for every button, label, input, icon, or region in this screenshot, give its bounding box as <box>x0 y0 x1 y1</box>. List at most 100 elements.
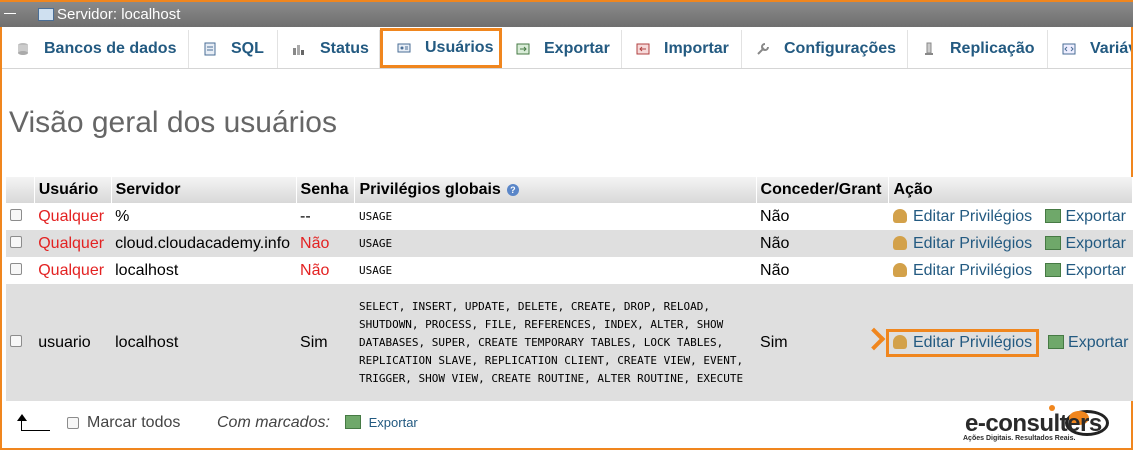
export-icon <box>1045 208 1062 223</box>
export-icon <box>1045 262 1062 277</box>
tab-label: Usuários <box>425 39 494 56</box>
privileges-cell: USAGE <box>354 257 757 284</box>
tab-label: Exportar <box>544 40 610 57</box>
export-icon <box>345 415 361 429</box>
tab-replication[interactable]: Replicação <box>908 30 1048 68</box>
row-checkbox[interactable] <box>10 262 22 275</box>
host-cell: % <box>111 203 297 230</box>
check-all-label[interactable]: Marcar todos <box>87 414 180 432</box>
export-link[interactable]: Exportar <box>1048 333 1129 351</box>
tab-label: Replicação <box>950 40 1035 57</box>
edit-privileges-link[interactable]: Editar Privilégios <box>892 234 1033 252</box>
user-cell: Qualquer <box>34 230 112 257</box>
tab-import[interactable]: Importar <box>622 30 742 68</box>
password-cell: Não <box>296 230 355 257</box>
header-privileges-label: Privilégios globais <box>359 181 501 198</box>
tab-variables[interactable]: Variáv <box>1048 30 1131 68</box>
action-cell: Editar Privilégios Exportar <box>888 230 1133 257</box>
server-icon <box>38 8 54 21</box>
password-cell: Não <box>296 257 355 284</box>
edit-user-icon <box>892 262 907 277</box>
edit-privileges-link-highlighted[interactable]: Editar Privilégios <box>885 328 1040 357</box>
header-user[interactable]: Usuário <box>34 177 112 203</box>
header-grant[interactable]: Conceder/Grant <box>756 177 890 203</box>
users-table: Usuário Servidor Senha Privilégios globa… <box>6 177 1133 401</box>
status-icon <box>293 45 304 55</box>
header-host[interactable]: Servidor <box>111 177 297 203</box>
edit-privileges-link[interactable]: Editar Privilégios <box>892 207 1033 225</box>
action-cell: Editar Privilégios Exportar <box>888 257 1133 284</box>
sql-icon <box>204 42 216 56</box>
logo-tagline: Ações Digitais. Resultados Reais. <box>963 435 1076 442</box>
grant-cell: Não <box>756 230 889 257</box>
edit-privileges-label: Editar Privilégios <box>912 207 1033 225</box>
back-arrow-icon[interactable] <box>4 6 18 20</box>
tab-export[interactable]: Exportar <box>502 30 622 68</box>
replication-icon <box>925 42 933 55</box>
tab-label: Configurações <box>784 40 897 57</box>
tab-settings[interactable]: Configurações <box>742 30 908 68</box>
password-cell: Sim <box>296 284 355 401</box>
tab-label: Status <box>320 40 369 57</box>
row-checkbox-cell <box>6 230 35 257</box>
export-label: Exportar <box>1065 207 1126 225</box>
tab-users[interactable]: Usuários <box>380 28 502 68</box>
export-icon <box>1048 334 1065 349</box>
row-checkbox[interactable] <box>10 235 22 248</box>
table-row: Qualquer cloud.cloudacademy.info Não USA… <box>6 230 1133 257</box>
user-cell: Qualquer <box>34 257 112 284</box>
host-cell: localhost <box>111 284 297 401</box>
export-link[interactable]: Exportar <box>1045 234 1126 252</box>
page-title: Visão geral dos usuários <box>9 106 337 139</box>
table-row: usuario localhost Sim SELECT, INSERT, UP… <box>6 284 1133 401</box>
database-icon <box>18 43 28 55</box>
header-checkbox <box>6 177 35 203</box>
edit-privileges-label: Editar Privilégios <box>912 234 1033 252</box>
header-action: Ação <box>888 177 1133 203</box>
export-icon <box>516 43 530 55</box>
main-tabs: Bancos de dados SQL Status Usuários Expo… <box>2 28 1131 69</box>
logo-text: e-consulters <box>965 410 1102 437</box>
row-checkbox[interactable] <box>10 334 22 347</box>
row-checkbox[interactable] <box>10 208 22 221</box>
edit-privileges-link[interactable]: Editar Privilégios <box>892 262 1032 279</box>
export-link[interactable]: Exportar <box>1045 207 1126 225</box>
privileges-cell: USAGE <box>354 230 757 257</box>
bulk-export-button[interactable]: Exportar <box>345 415 418 430</box>
host-cell: cloud.cloudacademy.info <box>111 230 297 257</box>
grant-cell: Não <box>756 257 889 284</box>
edit-privileges-label: Editar Privilégios <box>912 333 1033 351</box>
tab-status[interactable]: Status <box>278 30 380 68</box>
table-row: Qualquer % -- USAGE Não Editar Privilégi… <box>6 203 1133 230</box>
privileges-cell: USAGE <box>354 203 757 230</box>
import-icon <box>636 43 650 55</box>
grant-cell: Não <box>756 203 889 230</box>
help-icon[interactable]: ? <box>506 184 519 196</box>
with-selected-label: Com marcados: <box>217 414 330 431</box>
host-cell: localhost <box>111 257 297 284</box>
tab-databases[interactable]: Bancos de dados <box>2 30 189 68</box>
export-label: Exportar <box>1068 333 1129 351</box>
tab-label: Bancos de dados <box>44 40 177 57</box>
export-label: Exportar <box>1065 234 1126 252</box>
return-arrow-icon <box>17 414 50 431</box>
header-privileges[interactable]: Privilégios globais? <box>354 177 757 203</box>
action-cell: Editar Privilégios Exportar <box>888 203 1133 230</box>
privileges-cell: SELECT, INSERT, UPDATE, DELETE, CREATE, … <box>354 284 757 401</box>
table-header-row: Usuário Servidor Senha Privilégios globa… <box>6 177 1133 203</box>
tab-label: Importar <box>664 40 729 57</box>
check-all-checkbox[interactable] <box>67 417 79 429</box>
tab-label: Variáv <box>1090 40 1131 57</box>
tab-sql[interactable]: SQL <box>189 30 278 68</box>
user-cell: usuario <box>34 284 112 401</box>
user-cell: Qualquer <box>34 203 112 230</box>
export-label: Exportar <box>1065 261 1126 279</box>
export-icon <box>1045 235 1062 250</box>
server-title[interactable]: Servidor: localhost <box>57 6 180 23</box>
header-password[interactable]: Senha <box>296 177 356 203</box>
row-checkbox-cell <box>6 257 35 284</box>
action-cell: Editar Privilégios Exportar <box>885 284 1133 401</box>
export-link[interactable]: Exportar <box>1045 261 1126 279</box>
tab-label: SQL <box>231 40 264 57</box>
password-cell: -- <box>296 203 355 230</box>
